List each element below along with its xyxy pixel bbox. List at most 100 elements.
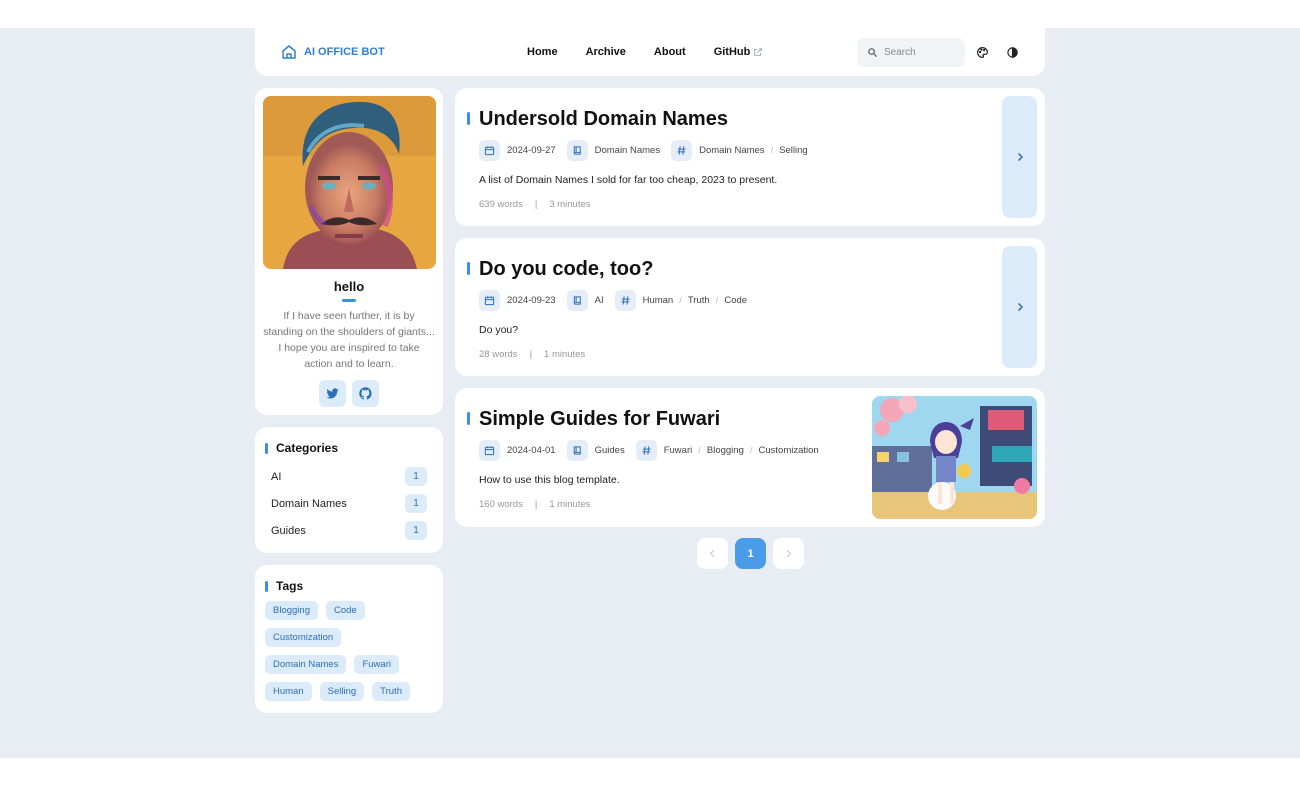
read-more-button[interactable] (1002, 246, 1037, 368)
contrast-icon (1006, 46, 1018, 58)
post-card: Simple Guides for Fuwari 2024-04-01 Guid… (455, 388, 1045, 527)
page-button-current[interactable]: 1 (735, 538, 766, 569)
brand-link[interactable]: AI OFFICE BOT (281, 44, 513, 60)
read-time: 3 minutes (549, 199, 591, 210)
palette-icon (976, 46, 988, 58)
post-tag[interactable]: Truth (688, 295, 710, 306)
tag-code[interactable]: Code (325, 601, 365, 620)
post-title[interactable]: Undersold Domain Names (479, 108, 728, 131)
chevron-right-icon (1017, 302, 1023, 312)
post-category[interactable]: Guides (595, 445, 625, 456)
tag-fuwari[interactable]: Fuwari (354, 655, 399, 674)
search-icon (868, 47, 878, 57)
post-title-bar (467, 112, 470, 125)
word-count: 160 words (479, 499, 523, 510)
calendar-icon (479, 140, 500, 161)
profile-name-underline (342, 299, 356, 302)
tag-customization[interactable]: Customization (265, 628, 342, 647)
post-title-bar (467, 412, 470, 425)
calendar-icon (479, 440, 500, 461)
tags-widget: Tags Blogging Code Customization Domain … (255, 565, 443, 713)
read-more-button[interactable] (1002, 96, 1037, 218)
post-title[interactable]: Simple Guides for Fuwari (479, 408, 720, 431)
post-category[interactable]: Domain Names (595, 145, 660, 156)
twitter-link[interactable] (319, 380, 346, 407)
read-time: 1 minutes (549, 499, 591, 510)
category-item-ai[interactable]: AI 1 (265, 463, 427, 490)
hash-icon (614, 290, 636, 311)
profile-bio: If I have seen further, it is by standin… (263, 310, 435, 370)
chevron-left-icon (709, 549, 715, 558)
theme-color-button[interactable] (969, 39, 995, 65)
post-tag[interactable]: Human (643, 295, 674, 306)
nav-home[interactable]: Home (513, 46, 572, 58)
post-stats: 28 words | 1 minutes (479, 349, 586, 360)
twitter-icon (326, 388, 339, 399)
post-tag[interactable]: Customization (759, 445, 819, 456)
tag-human[interactable]: Human (265, 682, 312, 701)
word-count: 28 words (479, 349, 518, 360)
search-box[interactable] (857, 37, 965, 67)
tag-list: Blogging Code Customization Domain Names… (265, 601, 427, 701)
post-description: A list of Domain Names I sold for far to… (479, 174, 778, 186)
nav-github[interactable]: GitHub (700, 46, 778, 58)
category-count: 1 (405, 521, 427, 540)
category-label: Guides (271, 524, 306, 537)
tag-truth[interactable]: Truth (372, 682, 410, 701)
tag-selling[interactable]: Selling (319, 682, 365, 701)
post-meta: 2024-09-23 AI Human / Truth / Code (479, 290, 747, 311)
github-link[interactable] (352, 380, 379, 407)
post-title[interactable]: Do you code, too? (479, 258, 653, 281)
post-tag[interactable]: Blogging (707, 445, 744, 456)
read-time: 1 minutes (544, 349, 586, 360)
profile-card: hello If I have seen further, it is by s… (255, 88, 443, 415)
category-count: 1 (405, 494, 427, 513)
tags-title: Tags (265, 579, 427, 593)
post-tag[interactable]: Domain Names (699, 145, 764, 156)
category-count: 1 (405, 467, 427, 486)
avatar[interactable] (263, 96, 436, 269)
external-link-icon (754, 48, 763, 56)
chevron-right-icon (786, 549, 792, 558)
post-meta: 2024-04-01 Guides Fuwari / Blogging / Cust… (479, 440, 819, 461)
post-stats: 160 words | 1 minutes (479, 499, 591, 510)
tag-domain-names[interactable]: Domain Names (265, 655, 347, 674)
prev-page-button[interactable] (697, 538, 728, 569)
category-label: AI (271, 470, 282, 483)
nav-about[interactable]: About (640, 46, 700, 58)
post-tag[interactable]: Selling (779, 145, 808, 156)
post-description: Do you? (479, 324, 519, 336)
social-links (263, 380, 435, 407)
post-date: 2024-09-23 (507, 295, 556, 306)
post-date: 2024-09-27 (507, 145, 556, 156)
post-tag[interactable]: Code (724, 295, 747, 306)
book-icon (566, 290, 588, 311)
dark-mode-toggle[interactable] (999, 39, 1025, 65)
next-page-button[interactable] (773, 538, 804, 569)
post-description: How to use this blog template. (479, 474, 620, 486)
categories-widget: Categories AI 1 Domain Names 1 Guides 1 (255, 427, 443, 553)
category-label: Domain Names (271, 497, 347, 510)
post-category[interactable]: AI (595, 295, 604, 306)
post-stats: 639 words | 3 minutes (479, 199, 591, 210)
calendar-icon (479, 290, 500, 311)
post-cover-image[interactable] (872, 396, 1037, 519)
navbar: AI OFFICE BOT Home Archive About GitHub (255, 28, 1045, 76)
post-title-bar (467, 262, 470, 275)
github-icon (359, 387, 372, 400)
tag-blogging[interactable]: Blogging (265, 601, 318, 620)
hash-icon (635, 440, 657, 461)
post-tag[interactable]: Fuwari (664, 445, 693, 456)
nav-archive[interactable]: Archive (572, 46, 640, 58)
search-input[interactable] (884, 46, 954, 58)
category-item-domain-names[interactable]: Domain Names 1 (265, 490, 427, 517)
categories-title: Categories (265, 441, 427, 455)
hash-icon (671, 140, 693, 161)
word-count: 639 words (479, 199, 523, 210)
nav-links: Home Archive About GitHub (513, 46, 777, 58)
category-item-guides[interactable]: Guides 1 (265, 517, 427, 544)
post-card: Do you code, too? 2024-09-23 AI Human / T… (455, 238, 1045, 376)
book-icon (566, 440, 588, 461)
chevron-right-icon (1017, 152, 1023, 162)
post-card: Undersold Domain Names 2024-09-27 Domain… (455, 88, 1045, 226)
